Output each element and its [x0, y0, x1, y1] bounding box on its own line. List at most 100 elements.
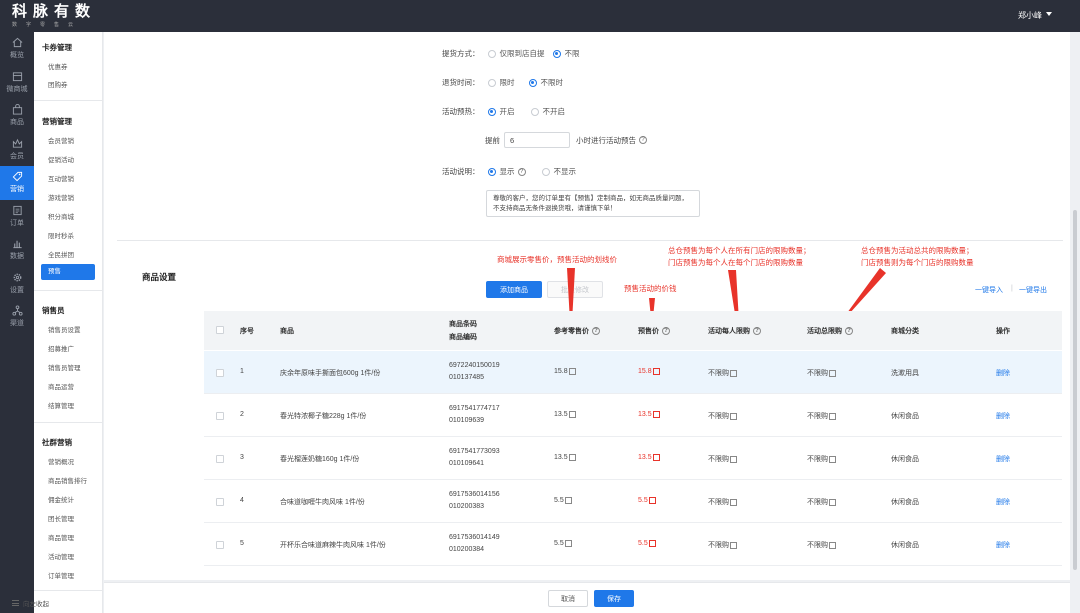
- limit-value: 不限购: [708, 542, 729, 549]
- table-header: 序号 商品 商品条码 商品编码 参考零售价? 预售价? 活动每人限购? 活动总限…: [204, 311, 1062, 350]
- edit-icon[interactable]: [568, 368, 576, 375]
- table-row[interactable]: 2 春光特浓椰子糖228g 1件/份 6917541774717 01010963…: [204, 394, 1062, 437]
- row-person-limit[interactable]: 不限购: [708, 368, 737, 378]
- cancel-button[interactable]: 取消: [548, 590, 588, 607]
- header-category: 商城分类: [891, 328, 919, 335]
- row-barcode: 6972240150019: [449, 362, 500, 369]
- row-seq: 2: [240, 411, 244, 418]
- row-presale-price[interactable]: 5.5: [638, 497, 656, 504]
- edit-icon[interactable]: [730, 369, 737, 377]
- row-person-limit[interactable]: 不限购: [708, 411, 737, 421]
- row-person-limit[interactable]: 不限购: [708, 497, 737, 507]
- header-operation: 操作: [996, 328, 1010, 335]
- edit-icon[interactable]: [829, 455, 836, 463]
- price-value: 5.5: [638, 497, 648, 504]
- edit-icon[interactable]: [829, 541, 836, 549]
- row-code: 010109639: [449, 417, 485, 424]
- edit-icon[interactable]: [829, 369, 836, 377]
- row-checkbox[interactable]: [216, 498, 224, 506]
- help-icon[interactable]: ?: [592, 327, 600, 335]
- limit-value: 不限购: [807, 542, 828, 549]
- save-button[interactable]: 保存: [594, 590, 634, 607]
- row-code: 010200384: [449, 546, 485, 553]
- row-total-limit[interactable]: 不限购: [807, 454, 836, 464]
- row-presale-price[interactable]: 13.5: [638, 454, 660, 461]
- row-ref-price[interactable]: 13.5: [554, 411, 576, 418]
- row-category: 洗漱用具: [891, 370, 919, 377]
- edit-icon[interactable]: [564, 540, 572, 547]
- table-row[interactable]: 5 开杯乐合味道麻辣牛肉风味 1件/份 6917536014149 0102003…: [204, 523, 1062, 566]
- edit-icon[interactable]: [652, 411, 660, 418]
- row-delete-link[interactable]: 删除: [996, 540, 1010, 550]
- header-label: 活动每人限购: [708, 328, 750, 335]
- row-codes: 6917536014156 010200383: [449, 489, 500, 513]
- price-value: 15.8: [554, 368, 568, 375]
- row-barcode: 6917541774717: [449, 405, 500, 412]
- row-total-limit[interactable]: 不限购: [807, 368, 836, 378]
- row-barcode: 6917541773093: [449, 448, 500, 455]
- row-ref-price[interactable]: 5.5: [554, 497, 572, 504]
- edit-icon[interactable]: [829, 412, 836, 420]
- row-goods-name: 合味道咖喱牛肉风味 1件/份: [280, 499, 365, 506]
- limit-value: 不限购: [807, 370, 828, 377]
- row-delete-link[interactable]: 删除: [996, 368, 1010, 378]
- help-icon[interactable]: ?: [753, 327, 761, 335]
- limit-value: 不限购: [807, 456, 828, 463]
- header-goods: 商品: [280, 328, 294, 335]
- row-total-limit[interactable]: 不限购: [807, 497, 836, 507]
- table-row[interactable]: 3 春光榴莲奶糖160g 1件/份 6917541773093 010109641…: [204, 437, 1062, 480]
- edit-icon[interactable]: [564, 497, 572, 504]
- row-total-limit[interactable]: 不限购: [807, 540, 836, 550]
- row-category: 休闲食品: [891, 499, 919, 506]
- row-goods-name: 庆余年原味手撕面包600g 1件/份: [280, 370, 381, 377]
- row-presale-price[interactable]: 13.5: [638, 411, 660, 418]
- table-row[interactable]: 1 庆余年原味手撕面包600g 1件/份 6972240150019 010137…: [204, 351, 1062, 394]
- row-code: 010200383: [449, 503, 485, 510]
- row-barcode: 6917536014149: [449, 534, 500, 541]
- row-ref-price[interactable]: 13.5: [554, 454, 576, 461]
- row-person-limit[interactable]: 不限购: [708, 454, 737, 464]
- row-presale-price[interactable]: 5.5: [638, 540, 656, 547]
- edit-icon[interactable]: [648, 540, 656, 547]
- help-icon[interactable]: ?: [662, 327, 670, 335]
- header-seq: 序号: [240, 328, 254, 335]
- limit-value: 不限购: [708, 413, 729, 420]
- header-label: 预售价: [638, 328, 659, 335]
- row-delete-link[interactable]: 删除: [996, 497, 1010, 507]
- help-icon[interactable]: ?: [845, 327, 853, 335]
- edit-icon[interactable]: [568, 454, 576, 461]
- price-value: 15.8: [638, 368, 652, 375]
- edit-icon[interactable]: [730, 498, 737, 506]
- edit-icon[interactable]: [730, 541, 737, 549]
- edit-icon[interactable]: [652, 368, 660, 375]
- row-category: 休闲食品: [891, 542, 919, 549]
- edit-icon[interactable]: [648, 497, 656, 504]
- edit-icon[interactable]: [568, 411, 576, 418]
- header-label: 参考零售价: [554, 328, 589, 335]
- edit-icon[interactable]: [829, 498, 836, 506]
- row-checkbox[interactable]: [216, 455, 224, 463]
- limit-value: 不限购: [708, 499, 729, 506]
- row-checkbox[interactable]: [216, 412, 224, 420]
- row-ref-price[interactable]: 15.8: [554, 368, 576, 375]
- row-delete-link[interactable]: 删除: [996, 454, 1010, 464]
- header-label: 活动总限购: [807, 328, 842, 335]
- row-delete-link[interactable]: 删除: [996, 411, 1010, 421]
- price-value: 5.5: [638, 540, 648, 547]
- row-person-limit[interactable]: 不限购: [708, 540, 737, 550]
- edit-icon[interactable]: [652, 454, 660, 461]
- table-row[interactable]: 4 合味道咖喱牛肉风味 1件/份 6917536014156 010200383 …: [204, 480, 1062, 523]
- row-presale-price[interactable]: 15.8: [638, 368, 660, 375]
- row-barcode: 6917536014156: [449, 491, 500, 498]
- row-checkbox[interactable]: [216, 541, 224, 549]
- header-total-limit: 活动总限购?: [807, 326, 853, 336]
- edit-icon[interactable]: [730, 455, 737, 463]
- edit-icon[interactable]: [730, 412, 737, 420]
- row-checkbox[interactable]: [216, 369, 224, 377]
- select-all-checkbox[interactable]: [216, 326, 224, 334]
- row-category: 休闲食品: [891, 413, 919, 420]
- row-total-limit[interactable]: 不限购: [807, 411, 836, 421]
- limit-value: 不限购: [807, 413, 828, 420]
- price-value: 13.5: [554, 454, 568, 461]
- row-ref-price[interactable]: 5.5: [554, 540, 572, 547]
